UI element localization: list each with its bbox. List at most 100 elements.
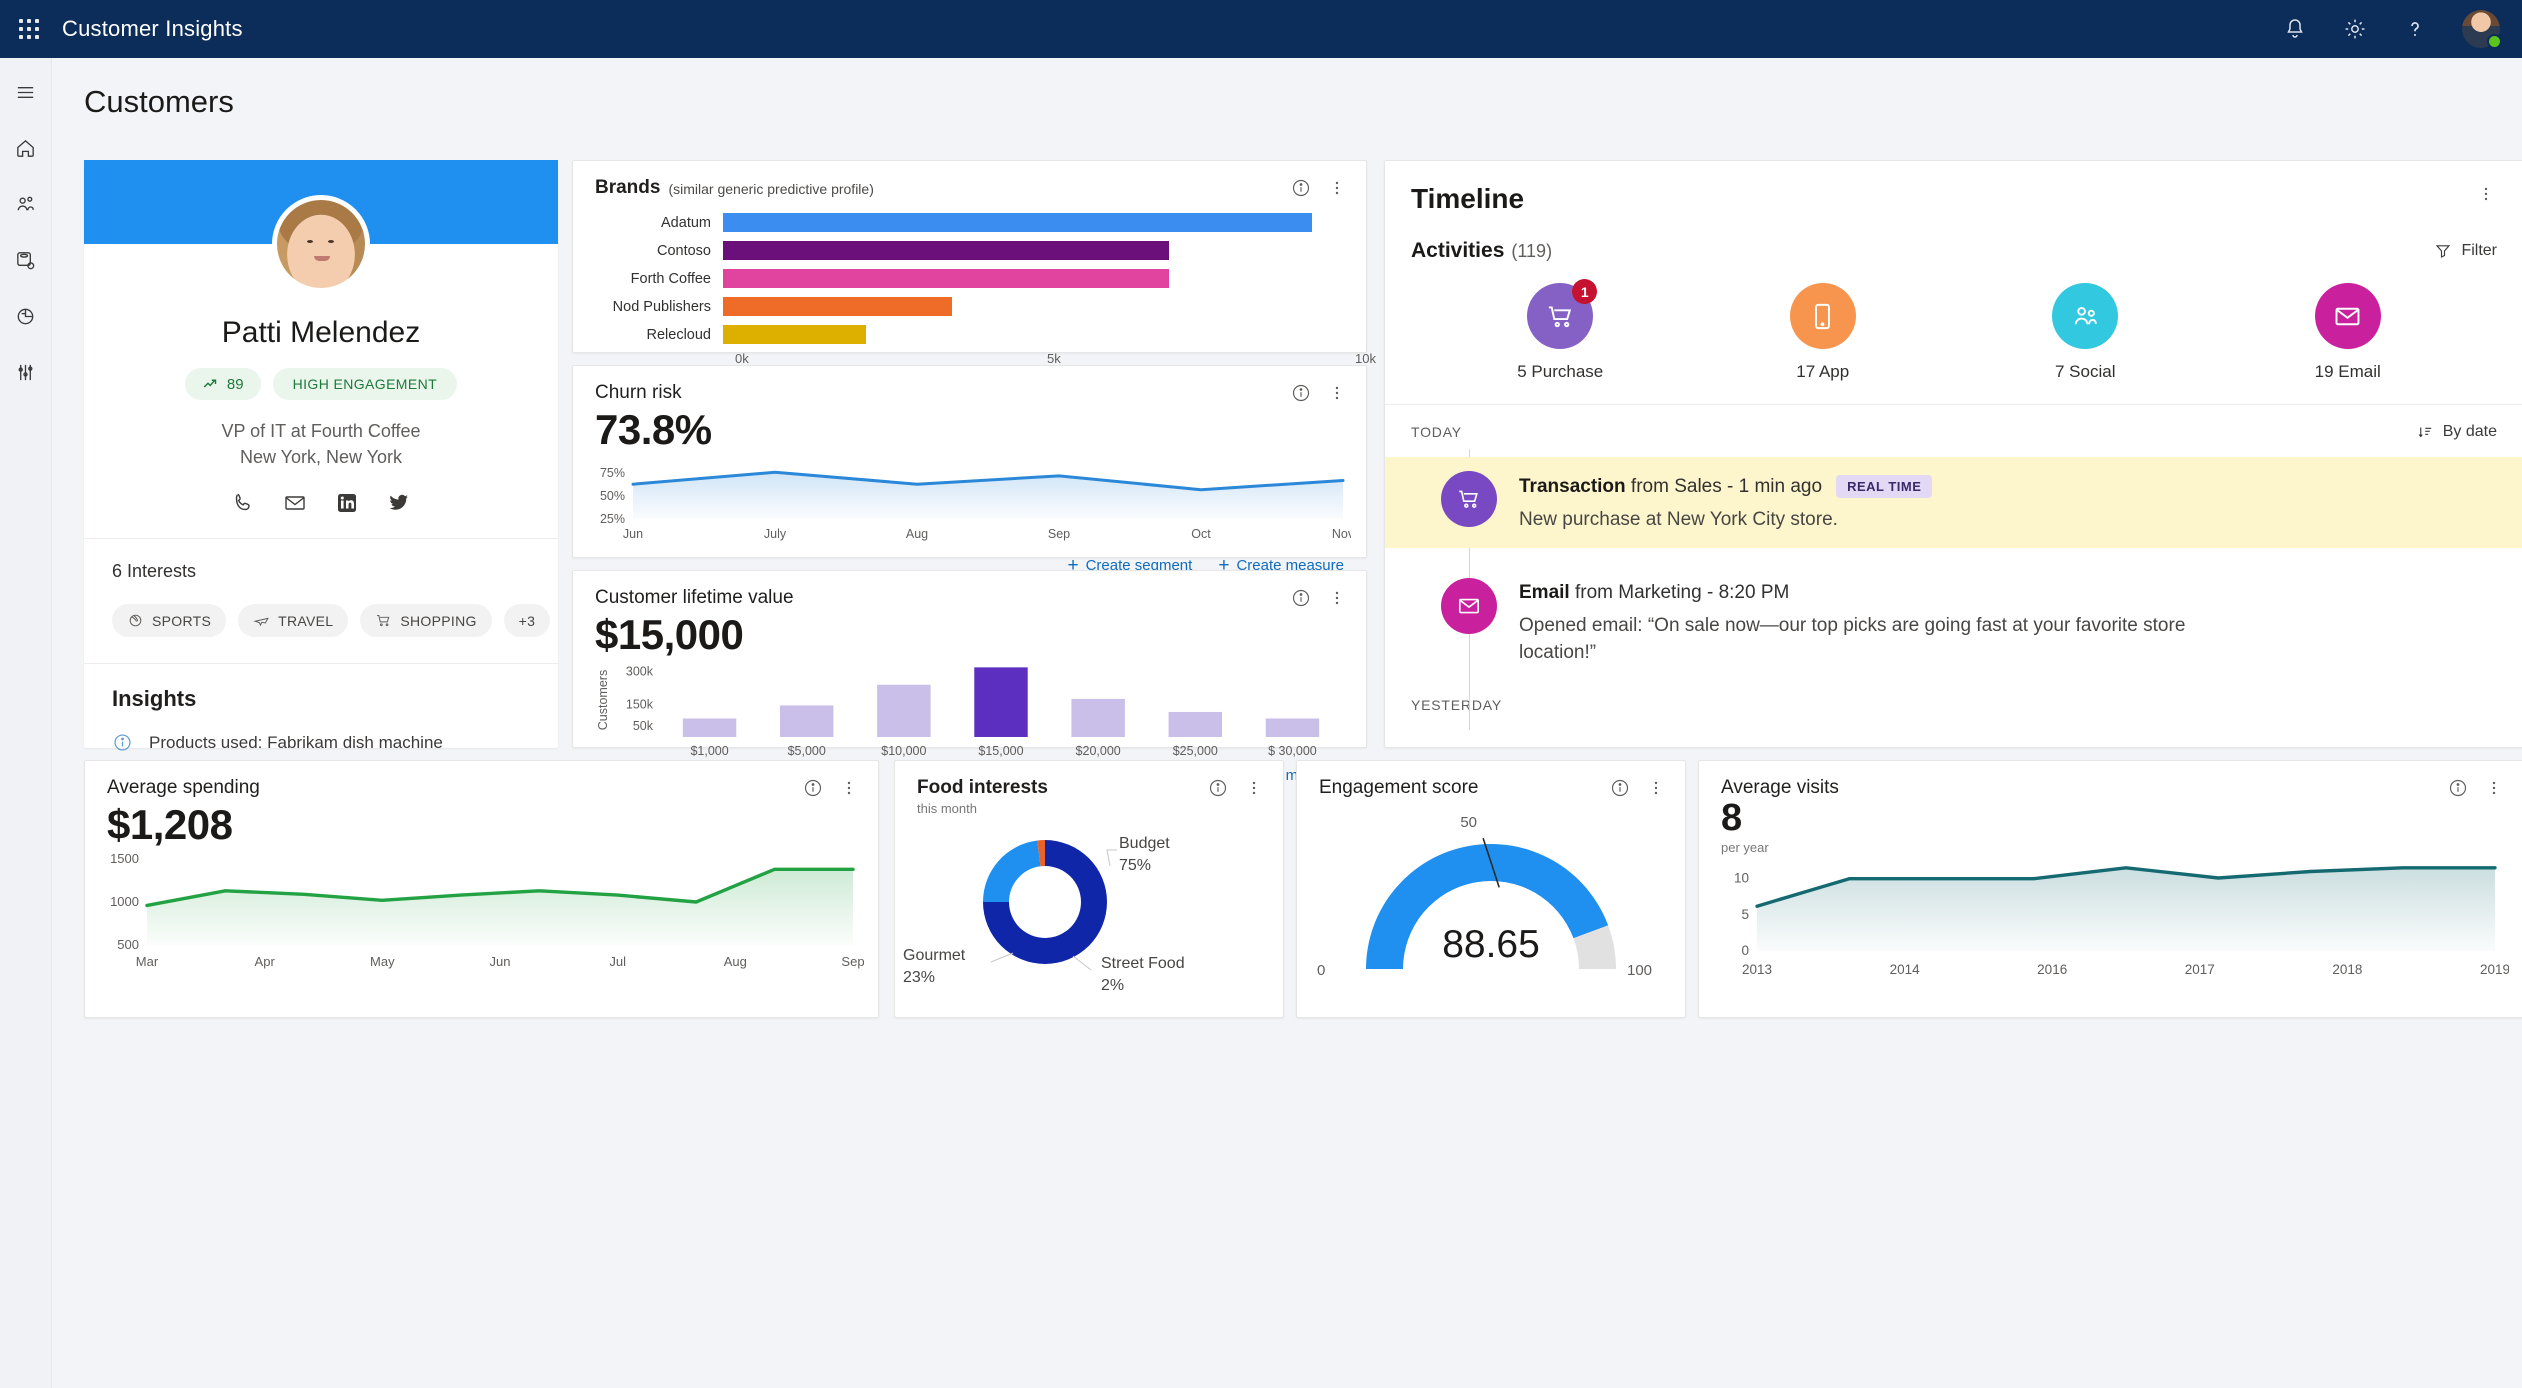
sidebar-item-insights[interactable]	[6, 296, 46, 336]
card-header: Average spending	[85, 761, 878, 799]
card-title: Churn risk	[595, 382, 682, 403]
page-body: Customers Patti Melendez 89 HIGH ENGAGEM…	[52, 58, 2522, 1388]
info-circle-icon[interactable]	[1290, 177, 1312, 199]
bar[interactable]	[1265, 718, 1320, 738]
y-axis-tick: 10	[1734, 871, 1749, 886]
twitter-icon[interactable]	[386, 490, 412, 516]
sidebar-item-data[interactable]	[6, 240, 46, 280]
callout-line	[990, 952, 1014, 963]
activity-chip[interactable]: 19 Email	[2263, 283, 2433, 382]
profile-role: VP of IT at Fourth Coffee New York, New …	[84, 418, 558, 470]
more-vertical-icon[interactable]	[1326, 382, 1348, 404]
card-actions	[2475, 183, 2497, 205]
bell-icon[interactable]	[2282, 16, 2308, 42]
bar[interactable]	[723, 213, 1312, 232]
info-circle-icon[interactable]	[1290, 587, 1312, 609]
bar[interactable]	[1071, 698, 1125, 737]
interest-chip-more[interactable]: +3	[503, 604, 551, 638]
more-vertical-icon[interactable]	[1243, 777, 1265, 799]
timeline-entry[interactable]: Social media mention - 11:47 AMNew post …	[1411, 729, 2497, 730]
shopping-cart-icon	[377, 615, 390, 627]
y-axis-tick: 25%	[600, 512, 625, 526]
x-axis-tick: 2019	[2480, 962, 2509, 977]
bar[interactable]	[1168, 711, 1222, 737]
sidebar-item-customers[interactable]	[6, 184, 46, 224]
timeline-title: Timeline	[1411, 183, 1525, 214]
bar[interactable]	[974, 667, 1028, 737]
filter-button[interactable]: Filter	[2434, 242, 2497, 260]
info-circle-icon[interactable]	[2447, 777, 2469, 799]
engagement-score-card: Engagement score 50 0 100 88.65	[1296, 760, 1686, 1018]
profile-job-title: VP of IT at Fourth Coffee	[221, 421, 421, 441]
x-axis-tick: Sep	[841, 954, 864, 969]
score-badge[interactable]: 89	[184, 368, 261, 400]
filter-label: Filter	[2461, 242, 2497, 259]
card-actions	[1207, 777, 1265, 799]
x-axis-tick: 2016	[2037, 962, 2067, 977]
hamburger-menu-icon[interactable]	[6, 72, 46, 112]
activity-chip-label: 7 Social	[2055, 362, 2116, 381]
timeline-entry[interactable]: Email from Marketing - 8:20 PM Opened ema…	[1411, 564, 2497, 681]
timeline-feed: TODAY By date Transaction from Sales - 1…	[1385, 405, 2522, 730]
activity-chip[interactable]: 17 App	[1738, 283, 1908, 382]
info-circle-icon[interactable]	[1609, 777, 1631, 799]
interest-chip-shopping[interactable]: SHOPPING	[360, 604, 492, 638]
info-circle-icon[interactable]	[1290, 382, 1312, 404]
info-circle-icon	[114, 734, 131, 751]
x-axis-tick: Oct	[1191, 527, 1211, 541]
x-axis-tick: Jul	[609, 954, 626, 969]
more-vertical-icon[interactable]	[1326, 177, 1348, 199]
day-label-yesterday: YESTERDAY	[1411, 696, 1502, 713]
activity-chip[interactable]: 1 5 Purchase	[1475, 279, 1645, 382]
gauge-max-label: 100	[1627, 962, 1652, 979]
card-title: Food interests	[917, 777, 1048, 798]
timeline-entry-meta: from Marketing - 8:20 PM	[1569, 581, 1790, 603]
app-launcher-icon[interactable]	[14, 14, 44, 44]
help-icon[interactable]	[2402, 16, 2428, 42]
clv-bar-chart: 50k 150k 300k Customers $1,000 $5,000 $10,000 $…	[596, 665, 1320, 758]
card-actions	[1609, 777, 1667, 799]
shopping-cart-icon	[1441, 471, 1497, 527]
more-vertical-icon[interactable]	[1645, 777, 1667, 799]
info-circle-icon[interactable]	[1207, 777, 1229, 799]
more-vertical-icon[interactable]	[2483, 777, 2505, 799]
linkedin-icon[interactable]	[334, 490, 360, 516]
callout-line	[1072, 955, 1092, 971]
sort-button[interactable]: By date	[2417, 423, 2497, 441]
brands-card: Brands (similar generic predictive profi…	[572, 160, 1376, 366]
activity-chip[interactable]: 7 Social	[2000, 283, 2170, 382]
more-vertical-icon[interactable]	[1326, 587, 1348, 609]
card-title: Brands	[595, 177, 661, 198]
avatar[interactable]	[2462, 10, 2502, 49]
shopping-cart-icon: 1	[1527, 279, 1598, 349]
sidebar-item-admin[interactable]	[6, 352, 46, 392]
activities-label: Activities	[1411, 239, 1505, 262]
interest-chip-sports[interactable]: SPORTS	[112, 604, 227, 638]
y-axis-tick: 5	[1741, 907, 1749, 922]
sidebar-item-home[interactable]	[6, 128, 46, 168]
bar[interactable]	[723, 269, 1170, 288]
bar[interactable]	[723, 241, 1170, 260]
email-icon[interactable]	[282, 490, 308, 516]
bar[interactable]	[780, 705, 834, 737]
more-vertical-icon[interactable]	[838, 777, 860, 799]
gauge-mid-label: 50	[1460, 814, 1477, 831]
axis-tick: 5k	[1047, 351, 1061, 366]
info-circle-icon[interactable]	[802, 777, 824, 799]
airplane-icon	[253, 617, 269, 627]
bar[interactable]	[723, 297, 953, 316]
axis-tick: 10k	[1355, 351, 1376, 366]
phone-icon[interactable]	[230, 490, 256, 516]
bar[interactable]	[682, 718, 737, 738]
pie-slice[interactable]	[983, 840, 1041, 902]
interest-chip-travel[interactable]: TRAVEL	[238, 604, 349, 638]
activity-chip-label: 19 Email	[2314, 362, 2381, 381]
gear-icon[interactable]	[2342, 16, 2368, 42]
x-axis-tick: $ 30,000	[1268, 744, 1317, 758]
bar[interactable]	[877, 684, 931, 737]
timeline-entry[interactable]: Transaction from Sales - 1 min ago REAL T…	[1385, 457, 2522, 548]
sports-ball-icon	[129, 614, 142, 627]
more-vertical-icon[interactable]	[2475, 183, 2497, 205]
bar[interactable]	[723, 325, 866, 344]
engagement-badge[interactable]: HIGH ENGAGEMENT	[272, 368, 458, 400]
